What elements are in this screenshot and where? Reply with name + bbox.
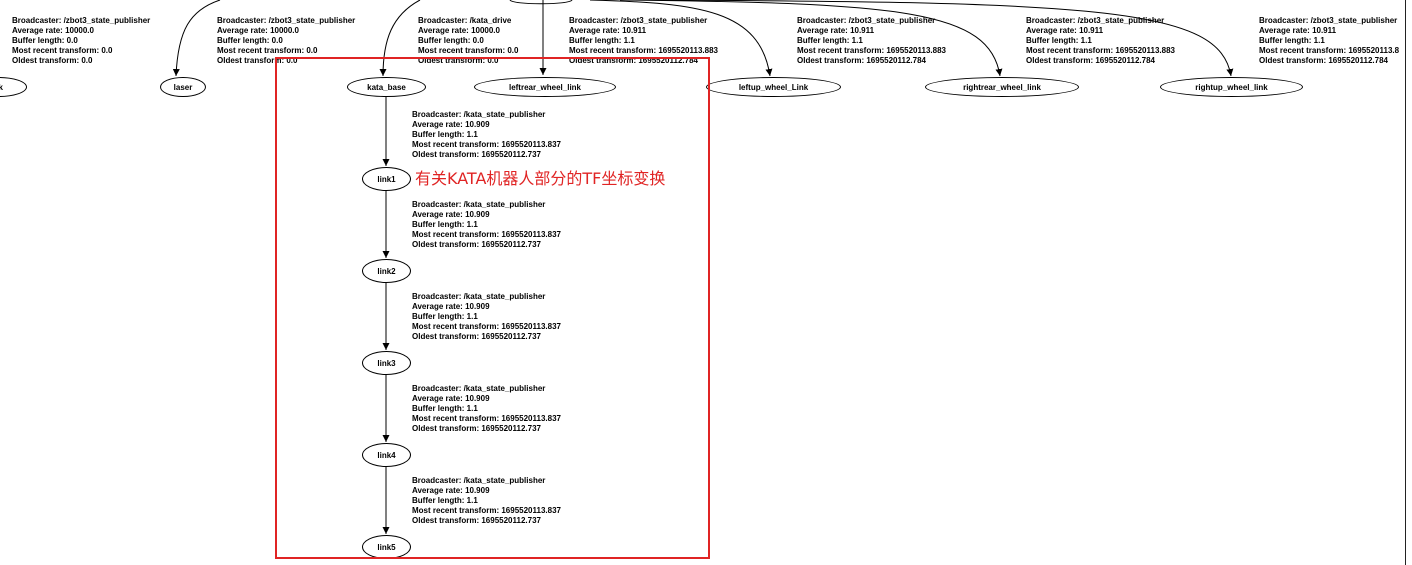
kata-annotation-text: 有关KATA机器人部分的TF坐标变换: [415, 169, 666, 188]
parent-node-partial: [509, 0, 573, 5]
edge-label-k: Broadcaster: /zbot3_state_publisher Avera…: [12, 16, 151, 65]
node-leftup-wheel-link[interactable]: leftup_wheel_Link: [706, 77, 841, 97]
edge-label-leftup-wheel-link: Broadcaster: /zbot3_state_publisher Avera…: [797, 16, 946, 65]
node-rightup-wheel-link[interactable]: rightup_wheel_link: [1160, 77, 1303, 97]
kata-robot-highlight-box: [275, 57, 710, 559]
node-rightrear-wheel-link[interactable]: rightrear_wheel_link: [925, 77, 1079, 97]
edge-label-rightup-wheel-link: Broadcaster: /zbot3_state_publisher Avera…: [1259, 16, 1400, 65]
edge-to-laser: [172, 0, 221, 77]
node-laser[interactable]: laser: [160, 77, 206, 97]
edge-label-rightrear-wheel-link: Broadcaster: /zbot3_state_publisher Avera…: [1026, 16, 1175, 65]
right-border-line: [1405, 0, 1406, 565]
